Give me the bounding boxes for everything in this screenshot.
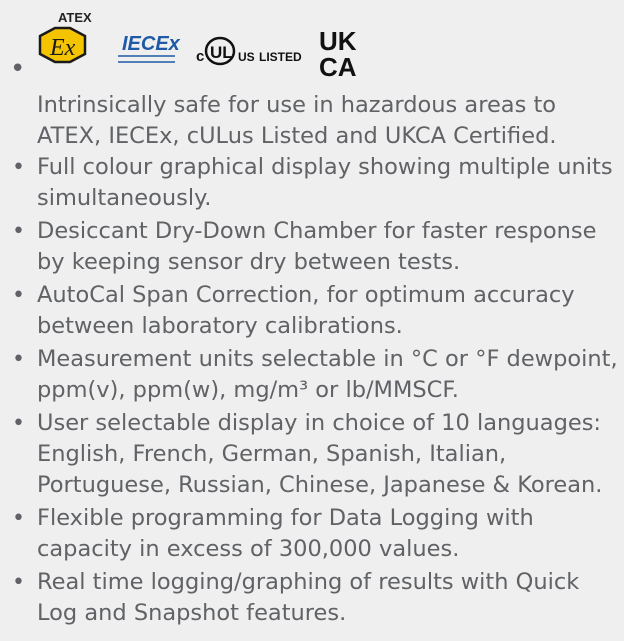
certification-statement: Intrinsically safe for use in hazardous … bbox=[37, 92, 557, 149]
ukca-bottom-text: CA bbox=[319, 52, 357, 82]
feature-item: Real time logging/graphing of results wi… bbox=[0, 567, 624, 629]
feature-item: Desiccant Dry-Down Chamber for faster re… bbox=[0, 216, 624, 278]
cul-us-text: US bbox=[238, 50, 255, 64]
feature-list: Full colour graphical display showing mu… bbox=[0, 152, 624, 631]
feature-item: Full colour graphical display showing mu… bbox=[0, 152, 624, 214]
certification-logos: ATEX Ex IECEx c UL US LISTED UK CA bbox=[38, 10, 357, 82]
cul-listed-text: LISTED bbox=[259, 50, 302, 64]
cul-ul-text: UL bbox=[210, 43, 233, 62]
feature-item: User selectable display in choice of 10 … bbox=[0, 408, 624, 501]
certification-feature-sheet: ATEX Ex IECEx c UL US LISTED UK CA • Int… bbox=[0, 0, 624, 641]
cul-c-text: c bbox=[196, 48, 204, 65]
cul-listed-icon: c UL US LISTED bbox=[196, 36, 302, 66]
bullet-icon: • bbox=[10, 54, 26, 84]
iecex-logo-icon: IECEx bbox=[118, 33, 181, 63]
feature-item: Measurement units selectable in °C or °F… bbox=[0, 344, 624, 406]
atex-label: ATEX bbox=[58, 10, 92, 25]
feature-item: AutoCal Span Correction, for optimum acc… bbox=[0, 280, 624, 342]
feature-item: Flexible programming for Data Logging wi… bbox=[0, 503, 624, 565]
atex-symbol-text: Ex bbox=[49, 35, 76, 61]
atex-ex-icon: Ex bbox=[38, 26, 87, 64]
iecex-text: IECEx bbox=[122, 33, 181, 55]
ukca-logo-icon: UK CA bbox=[319, 26, 357, 82]
